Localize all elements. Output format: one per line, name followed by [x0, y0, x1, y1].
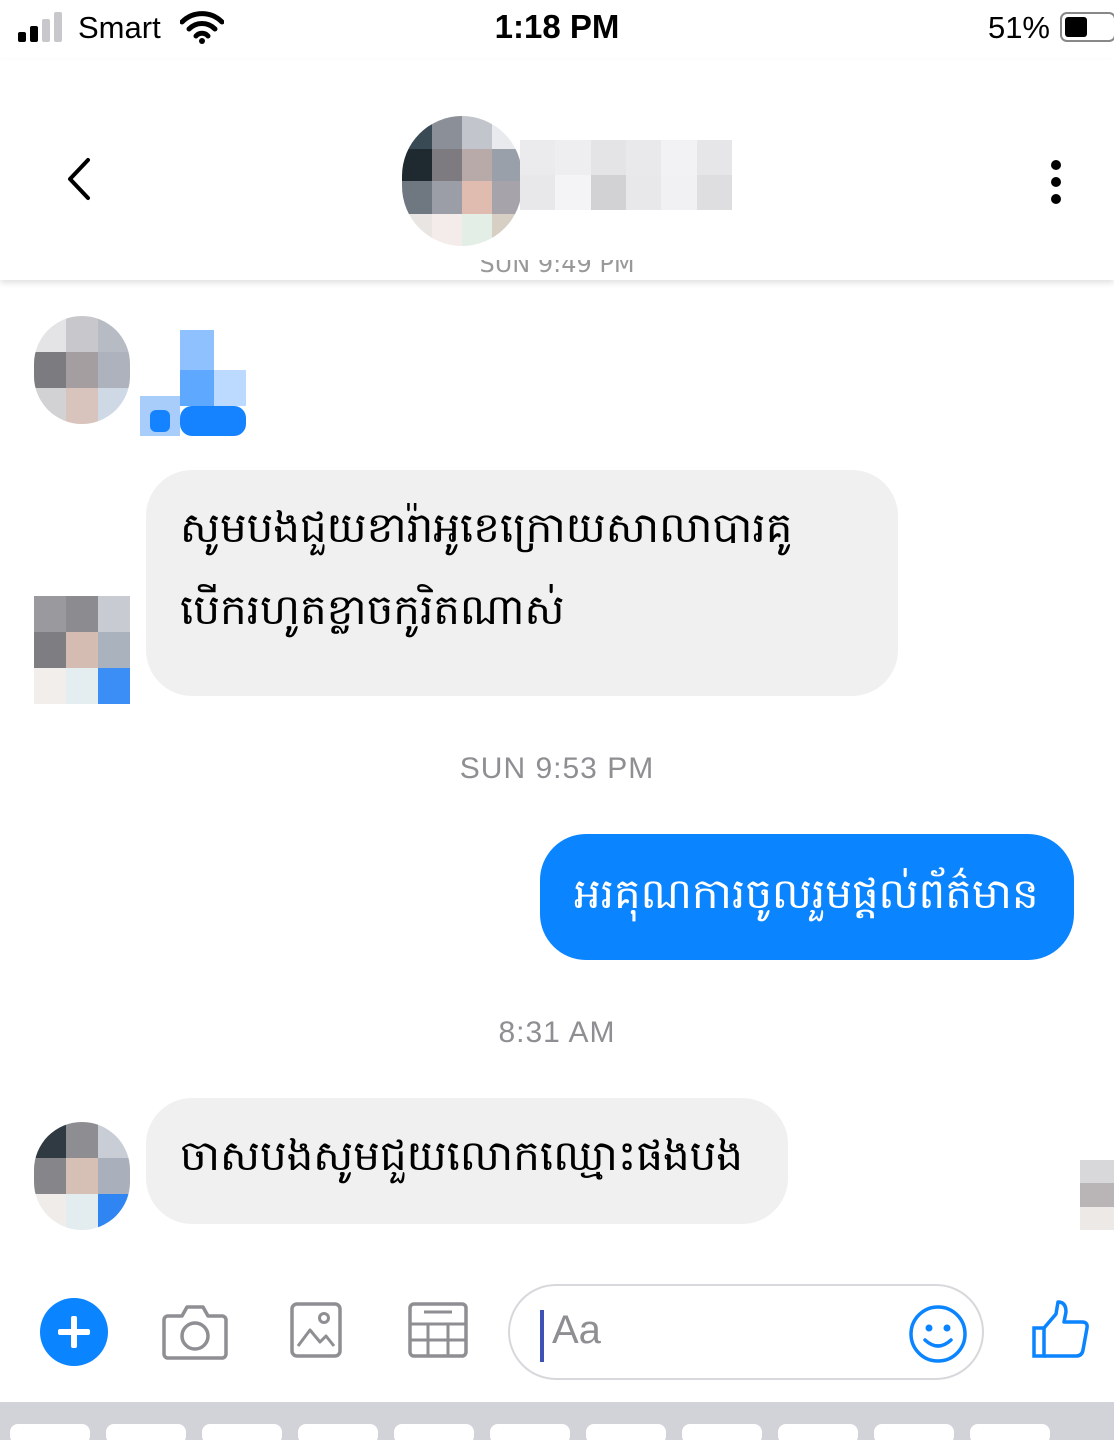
text-caret: [540, 1310, 544, 1362]
message-text-line: ចាសបងសូមជួយលោកឈ្មោះផងបង: [180, 1131, 743, 1180]
incoming-message-bubble[interactable]: សូមបងជួយខារ៉ាអូខេក្រោយសាលាបារគូ បើករហូតខ…: [146, 470, 898, 696]
keyboard-key[interactable]: [490, 1424, 570, 1444]
timestamp-divider: 8:31 AM: [498, 1016, 616, 1049]
keyboard-key[interactable]: [682, 1424, 762, 1444]
keyboard-grid-icon[interactable]: [408, 1302, 468, 1358]
camera-icon[interactable]: [162, 1302, 228, 1360]
read-receipt-avatar: [1080, 1160, 1114, 1230]
message-thread[interactable]: សូមបងជួយខារ៉ាអូខេក្រោយសាលាបារគូ បើករហូតខ…: [0, 280, 1114, 1280]
blurred-avatar-image: [34, 1122, 130, 1230]
more-options-button[interactable]: [1044, 160, 1068, 204]
message-text-line: សូមបងជួយខារ៉ាអូខេក្រោយសាលាបារគូ: [180, 503, 793, 552]
blurred-avatar-image: [402, 116, 522, 246]
timestamp-divider: SUN 9:53 PM: [459, 752, 655, 785]
keyboard-key[interactable]: [970, 1424, 1050, 1444]
contact-avatar[interactable]: [402, 116, 522, 246]
keyboard-key[interactable]: [202, 1424, 282, 1444]
battery-percent: 51%: [987, 10, 1050, 45]
back-button[interactable]: [60, 156, 100, 202]
outgoing-message-bubble[interactable]: អរគុណការចូលរួមផ្តល់ព័ត៌មាន: [540, 834, 1074, 960]
smiley-icon[interactable]: [908, 1304, 968, 1364]
more-options-dot: [1051, 160, 1061, 170]
partial-timestamp: SUN 9:49 PM: [479, 250, 635, 278]
blurred-avatar-image: [34, 596, 130, 704]
more-options-dot: [1051, 194, 1061, 204]
battery-level: [1065, 17, 1087, 37]
keyboard-key[interactable]: [778, 1424, 858, 1444]
add-button[interactable]: [40, 1298, 108, 1366]
message-composer: Aa: [0, 1280, 1114, 1400]
keyboard-key[interactable]: [298, 1424, 378, 1444]
sender-avatar[interactable]: [34, 1122, 130, 1230]
sender-avatar[interactable]: [34, 596, 130, 704]
keyboard-key[interactable]: [394, 1424, 474, 1444]
image-icon[interactable]: [290, 1302, 342, 1358]
message-text-line: អរគុណការចូលរួមផ្តល់ព័ត៌មាន: [574, 869, 1039, 918]
keyboard-key[interactable]: [586, 1424, 666, 1444]
contact-name-redacted[interactable]: [520, 140, 732, 210]
incoming-message-bubble[interactable]: ចាសបងសូមជួយលោកឈ្មោះផងបង: [146, 1098, 788, 1224]
message-input-placeholder: Aa: [552, 1308, 601, 1352]
battery-icon: [1060, 12, 1114, 42]
thumbs-up-sticker[interactable]: [140, 330, 250, 440]
conversation-header: SUN 9:49 PM: [0, 60, 1114, 280]
thumbs-up-icon[interactable]: [1030, 1298, 1094, 1362]
more-options-dot: [1051, 177, 1061, 187]
blurred-avatar-image: [1080, 1160, 1114, 1230]
keyboard-key[interactable]: [874, 1424, 954, 1444]
blurred-avatar-image: [34, 316, 130, 424]
status-bar: Smart 1:18 PM 51%: [0, 0, 1114, 60]
message-input[interactable]: Aa: [508, 1284, 984, 1380]
keyboard-top-edge: [0, 1402, 1114, 1444]
keyboard-key[interactable]: [10, 1424, 90, 1444]
status-time: 1:18 PM: [494, 8, 620, 45]
sender-avatar[interactable]: [34, 316, 130, 424]
redaction-mosaic: [520, 140, 732, 210]
keyboard-key[interactable]: [106, 1424, 186, 1444]
message-text-line: បើករហូតខ្លាចកូរិតណាស់: [180, 585, 565, 634]
